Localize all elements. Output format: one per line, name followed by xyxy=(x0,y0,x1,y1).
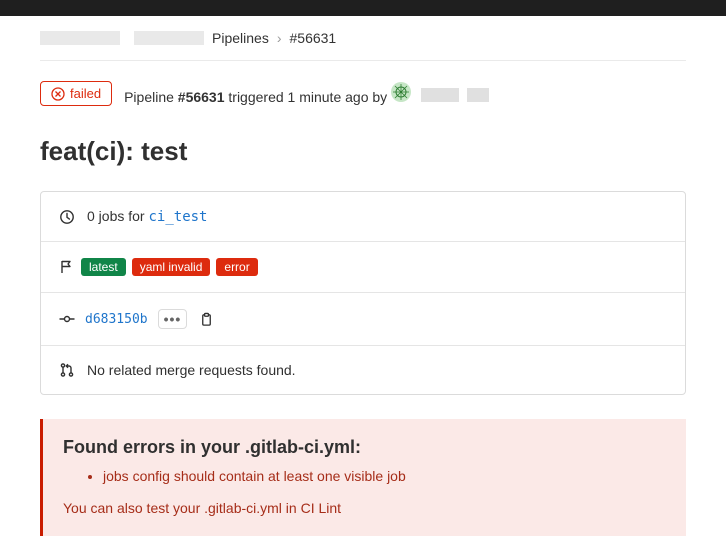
clock-icon xyxy=(59,209,75,225)
clipboard-icon xyxy=(199,312,214,327)
username-placeholder-2 xyxy=(467,88,489,102)
username-placeholder xyxy=(421,88,459,102)
breadcrumb-group-placeholder xyxy=(134,31,204,45)
failed-icon xyxy=(51,87,65,101)
breadcrumb-current: #56631 xyxy=(290,30,337,46)
merge-request-icon xyxy=(59,362,75,378)
flag-icon xyxy=(59,259,75,275)
triggered-text: triggered 1 minute ago by xyxy=(225,89,392,105)
branch-link[interactable]: ci_test xyxy=(148,209,207,225)
breadcrumb-separator: › xyxy=(277,30,282,46)
commit-row: d683150b ••• xyxy=(41,293,685,346)
error-title: Found errors in your .gitlab-ci.yml: xyxy=(63,437,666,458)
error-list: jobs config should contain at least one … xyxy=(63,468,666,484)
user-avatar-icon[interactable] xyxy=(391,82,411,102)
breadcrumb-pipelines-link[interactable]: Pipelines xyxy=(212,30,269,46)
error-item: jobs config should contain at least one … xyxy=(103,468,666,484)
breadcrumb-project-placeholder xyxy=(40,31,120,45)
commit-sha-link[interactable]: d683150b xyxy=(85,312,148,327)
pipeline-header: failed Pipeline #56631 triggered 1 minut… xyxy=(40,61,686,118)
error-panel: Found errors in your .gitlab-ci.yml: job… xyxy=(40,419,686,536)
tag-yaml-invalid: yaml invalid xyxy=(132,258,211,276)
pipeline-prefix: Pipeline xyxy=(124,89,178,105)
pipeline-id: #56631 xyxy=(178,89,225,105)
pipeline-summary: Pipeline #56631 triggered 1 minute ago b… xyxy=(124,82,489,105)
copy-sha-button[interactable] xyxy=(197,310,216,329)
status-label: failed xyxy=(70,86,101,101)
commit-icon xyxy=(59,311,75,327)
jobs-count: 0 jobs for xyxy=(87,208,148,224)
expand-commit-button[interactable]: ••• xyxy=(158,309,188,329)
error-footer: You can also test your .gitlab-ci.yml in… xyxy=(63,500,666,516)
jobs-row: 0 jobs for ci_test xyxy=(41,192,685,242)
tag-error: error xyxy=(216,258,257,276)
merge-request-text: No related merge requests found. xyxy=(87,362,296,378)
page-title: feat(ci): test xyxy=(40,136,686,167)
pipeline-panel: 0 jobs for ci_test latest yaml invalid e… xyxy=(40,191,686,395)
breadcrumb: Pipelines › #56631 xyxy=(40,16,686,60)
merge-request-row: No related merge requests found. xyxy=(41,346,685,394)
status-badge-failed[interactable]: failed xyxy=(40,81,112,106)
tags-row: latest yaml invalid error xyxy=(41,242,685,293)
tag-latest: latest xyxy=(81,258,126,276)
jobs-text: 0 jobs for ci_test xyxy=(87,208,208,225)
top-bar xyxy=(0,0,726,16)
